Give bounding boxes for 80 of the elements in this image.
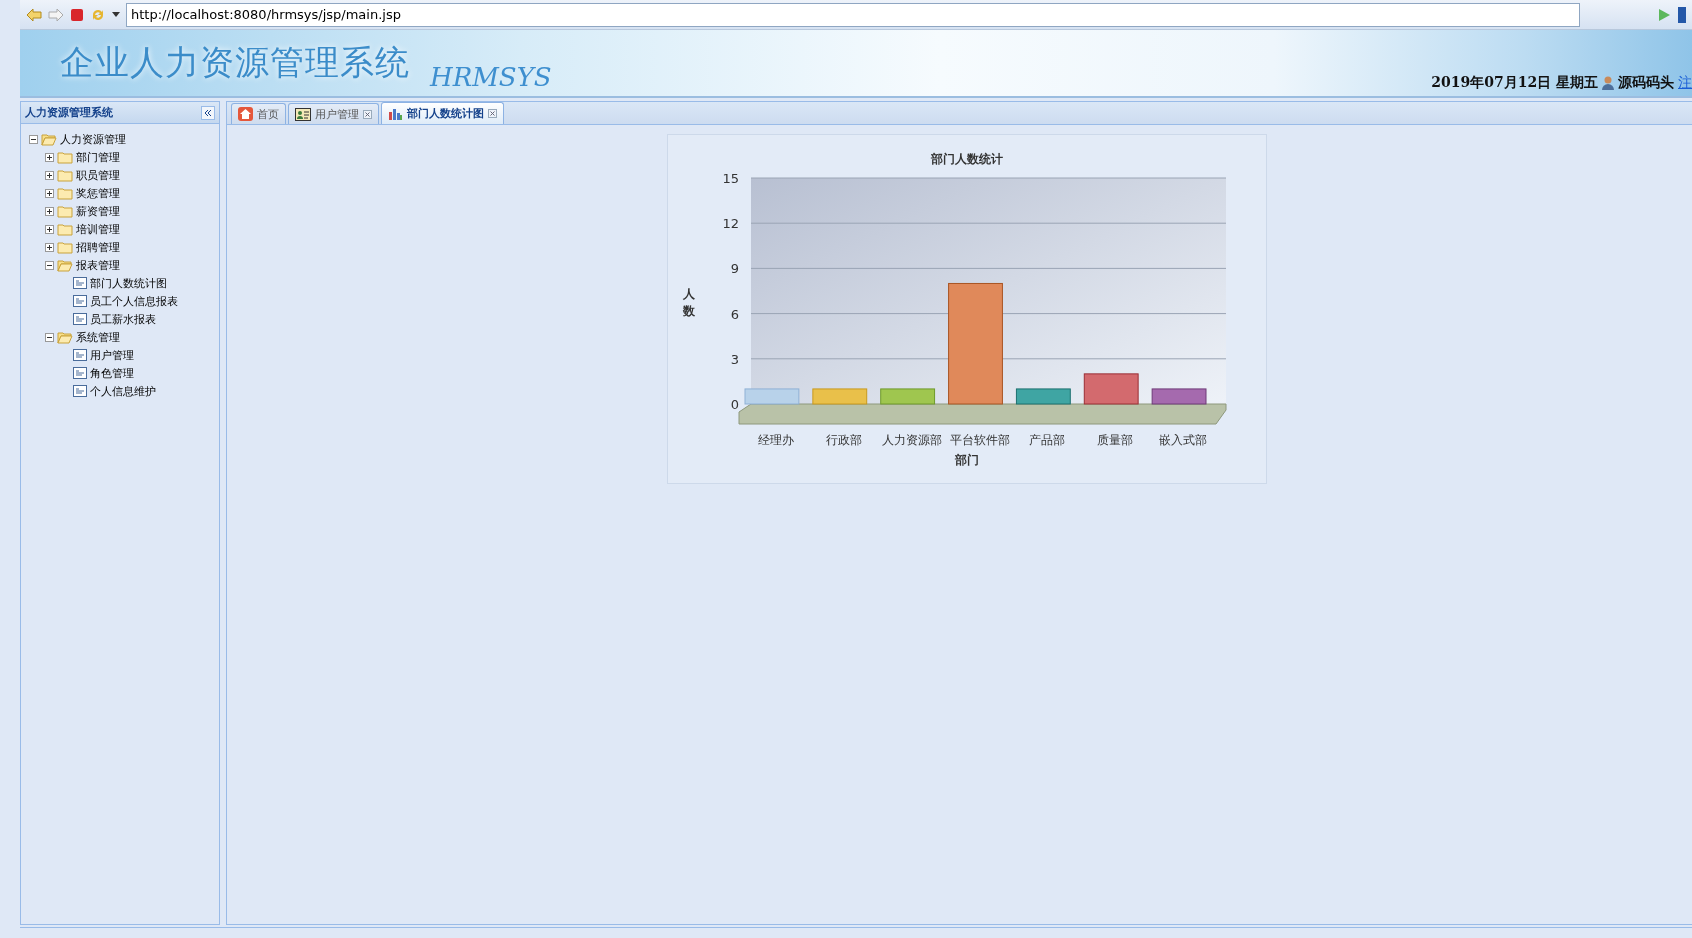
sidebar-title: 人力资源管理系统 [25,105,113,120]
tree-item[interactable]: 招聘管理 [76,239,120,255]
bar [1151,388,1207,405]
bar [812,388,868,405]
x-tick-label: 产品部 [1029,433,1066,447]
expand-toggle-icon[interactable] [45,188,54,198]
y-tick-label: 3 [730,351,739,367]
dropdown-icon[interactable] [112,11,120,18]
x-tick-label: 平台软件部 [949,433,1010,447]
y-tick-label: 9 [730,261,739,277]
x-tick-label: 经理办 [757,433,794,447]
folder-icon [57,168,73,182]
document-icon [73,277,87,289]
back-icon[interactable] [26,7,42,22]
folder-icon [57,150,73,164]
y-tick-label: 12 [722,216,739,232]
user-icon [1602,76,1614,90]
tab[interactable]: 首页 [231,103,286,124]
tree-item[interactable]: 报表管理 [76,257,120,273]
tree-item[interactable]: 员工薪水报表 [90,311,156,327]
folder-icon [57,240,73,254]
tree-item[interactable]: 培训管理 [76,221,120,237]
x-axis-label: 部门 [955,452,979,469]
expand-toggle-icon[interactable] [45,170,54,180]
address-field[interactable]: http://localhost:8080/hrmsys/jsp/main.jsp [126,2,1580,27]
system-title: 企业人力资源管理系统 [60,41,410,84]
bar [1015,388,1071,405]
x-tick-label: 人力资源部 [881,433,942,447]
tree-item[interactable]: 用户管理 [90,347,134,363]
folder-icon [57,204,73,218]
expand-toggle-icon[interactable] [45,206,54,216]
home-icon [238,107,253,121]
x-tick-label: 嵌入式部 [1159,433,1208,447]
folder-icon [57,186,73,200]
expand-toggle-icon[interactable] [45,242,54,252]
date-text: 2019年07月12日 星期五 [1431,74,1598,92]
open-folder-icon [41,132,57,146]
close-icon[interactable] [363,109,372,119]
chart-title: 部门人数统计 [931,151,1003,168]
document-icon [73,295,87,307]
x-tick-label: 质量部 [1097,433,1134,447]
y-tick-label: 6 [730,306,739,322]
id-card-icon [295,107,311,121]
document-icon [73,385,87,397]
bar-chart-icon [388,107,403,120]
collapse-icon[interactable] [201,105,215,120]
tab[interactable]: 用户管理 [288,103,379,124]
y-tick-label: 0 [730,397,739,412]
tree-item[interactable]: 系统管理 [76,329,120,345]
stop-icon[interactable] [70,7,84,22]
bar [1083,373,1139,405]
folder-icon [57,222,73,236]
document-icon [73,313,87,325]
tree-item[interactable]: 薪资管理 [76,203,120,219]
y-axis-label: 人数 [683,286,695,320]
close-icon[interactable] [488,109,497,118]
username: 源码码头 [1618,74,1674,92]
document-icon [73,367,87,379]
open-folder-icon [57,330,73,344]
expand-toggle-icon[interactable] [45,224,54,234]
open-folder-icon [57,258,73,272]
tree-item[interactable]: 奖惩管理 [76,185,120,201]
bar [880,388,936,405]
tree-item[interactable]: 角色管理 [90,365,134,381]
bar [744,388,800,405]
collapse-toggle-icon[interactable] [29,134,38,144]
tree-item[interactable]: 员工个人信息报表 [90,293,178,309]
collapse-toggle-icon[interactable] [45,260,54,270]
tree-item[interactable]: 部门人数统计图 [90,275,167,291]
document-icon [73,349,87,361]
y-tick-label: 15 [722,171,739,186]
logo-text: HRMSYS [430,62,552,92]
tree-item[interactable]: 职员管理 [76,167,120,183]
tree-item[interactable]: 个人信息维护 [90,383,156,399]
x-tick-label: 行政部 [825,433,862,447]
tab[interactable]: 部门人数统计图 [381,102,504,124]
tree-item[interactable]: 部门管理 [76,149,120,165]
collapse-toggle-icon[interactable] [45,332,54,342]
expand-toggle-icon[interactable] [45,152,54,162]
tree-item[interactable]: 人力资源管理 [60,131,126,147]
